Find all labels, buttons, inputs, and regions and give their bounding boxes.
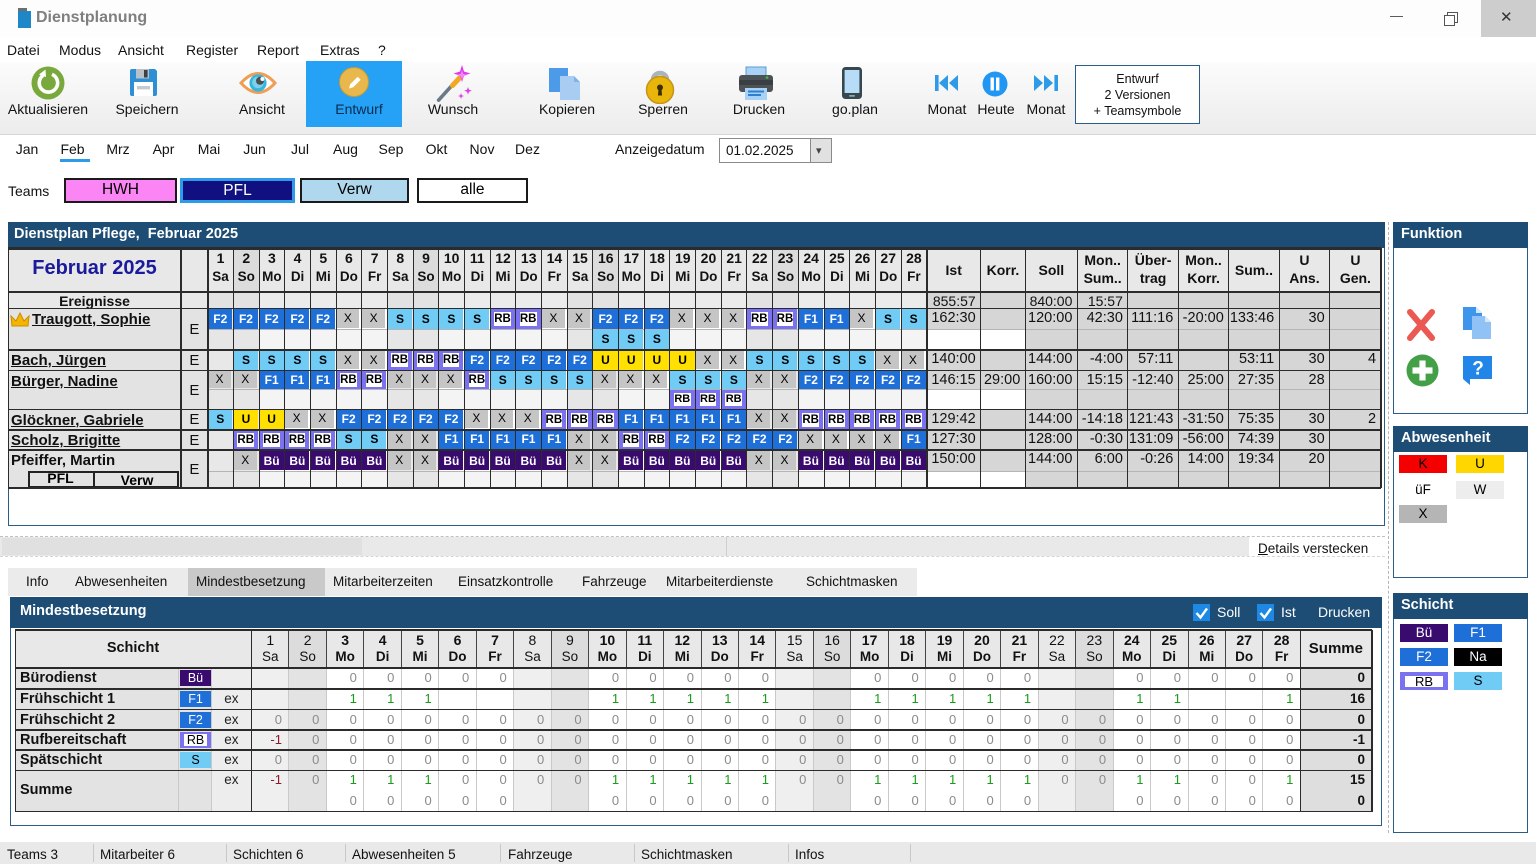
svg-text:?: ? xyxy=(1472,359,1484,380)
